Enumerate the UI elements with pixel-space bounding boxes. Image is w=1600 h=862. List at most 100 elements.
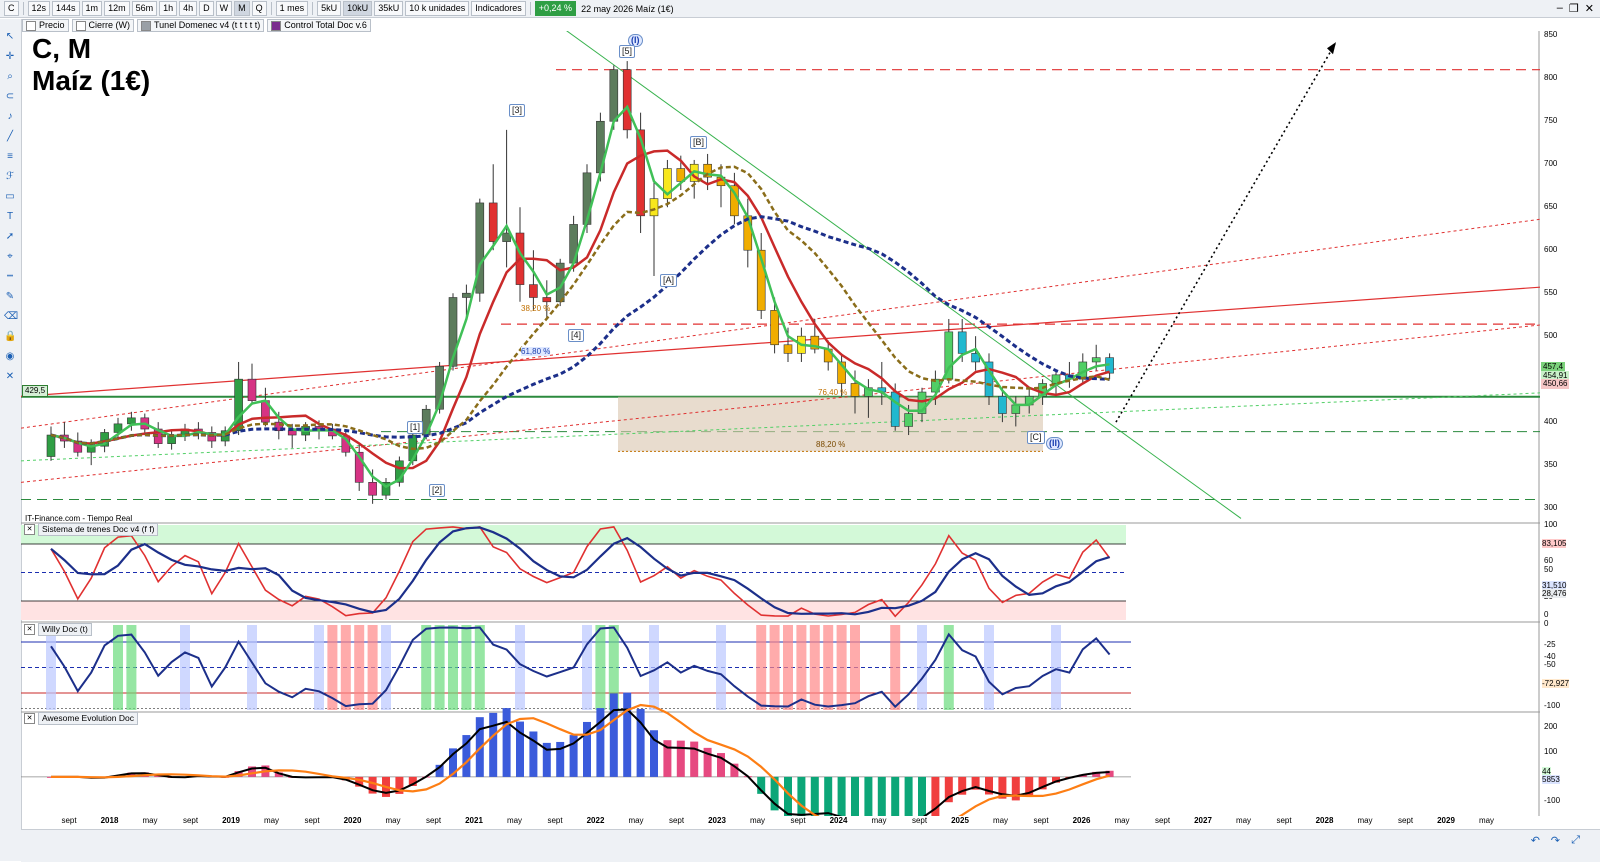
axis-tick-label: 700 [1544,159,1558,169]
willy-band [381,625,391,710]
awesome-panel-name: Awesome Evolution Doc [38,712,138,725]
candle-body [850,383,860,397]
price-chart[interactable] [21,31,1540,816]
willy-band [367,625,378,710]
ruler-icon[interactable]: ┅ [4,271,16,283]
fib-icon[interactable]: ℱ [4,171,16,183]
indicators-button[interactable]: Indicadores [471,1,526,16]
interval-button-12m[interactable]: 12m [104,1,130,16]
awesome-bar [918,776,926,816]
axis-tick-label: 600 [1544,245,1558,255]
time-axis-label: may [385,816,401,825]
interval-button-q[interactable]: Q [251,1,267,16]
interval-button-4h[interactable]: 4h [179,1,198,16]
chart-title: C, M Maíz (1€) [32,33,150,97]
interval-button-d[interactable]: D [199,1,214,16]
magnet-icon[interactable]: ⊂ [4,91,16,103]
close-icon[interactable]: ✕ [1585,2,1594,15]
willy-panel-header: ✕ Willy Doc (t) [24,623,92,636]
interval-button-1h[interactable]: 1h [159,1,178,16]
time-axis-label: 2019 [222,816,240,825]
chart-title-line1: C, M [32,33,92,64]
units-select[interactable]: 10 k unidades [405,1,470,16]
willy-band [809,625,820,710]
interval-button-12s[interactable]: 12s [27,1,51,16]
price-axis[interactable]: 850800750700650600550500450400350300 [1540,30,1600,521]
awesome-bar [502,708,511,777]
awesome-bar [891,776,900,816]
indicator-value-box: -72,927 [1542,679,1570,688]
period-select[interactable]: 1 mes [275,1,309,16]
candle-body [368,482,377,496]
wave-tag: [5] [619,45,636,58]
time-axis-label: 2021 [465,816,483,825]
legend-swatch [271,20,282,31]
indicator-legend: Precio Cierre (W) Tunel Domenec v4 (t t t … [22,19,371,32]
text-icon[interactable]: T [4,211,16,223]
wave-tag: [2] [429,484,446,497]
time-axis-label: sept [1397,816,1414,825]
interval-button-w[interactable]: W [215,1,233,16]
trash-icon[interactable]: ✕ [4,371,16,383]
willy-band [850,625,860,710]
undo-icon[interactable]: ↶ [1531,834,1540,847]
time-axis-label: sept [790,816,806,825]
fib-label: 38,20 % [521,304,551,313]
axis-tick-label: 400 [1544,417,1558,427]
channel-icon[interactable]: ≡ [4,151,16,163]
rectangle-icon[interactable]: ▭ [4,191,16,203]
time-axis-label: sept [911,816,928,825]
close-panel-icon[interactable]: ✕ [24,624,35,635]
time-axis-label: 2025 [951,816,969,825]
zoom-icon[interactable]: ⤢ [1571,834,1580,847]
time-axis-label: may [992,816,1009,825]
candle-body [46,434,56,457]
candle-body [247,378,257,401]
legend-label: Precio [39,20,65,30]
arrow-icon[interactable]: ➚ [4,231,16,243]
axis-tick-label: -50 [1544,660,1556,669]
close-panel-icon[interactable]: ✕ [24,524,35,535]
time-axis-label: sept [182,816,199,825]
minimize-icon[interactable]: – [1557,2,1563,15]
axis-tick-label: 100 [1544,746,1558,756]
trenes-panel-header: ✕ Sistema de trenes Doc v4 (f f) [24,523,159,536]
indicator-value-box: 28,476 [1542,589,1567,598]
pointer-icon[interactable]: ↖ [4,31,16,43]
interval-button-m[interactable]: M [234,1,250,16]
unit-button-35ku[interactable]: 35kU [374,1,404,16]
unit-button-5ku[interactable]: 5kU [317,1,342,16]
zoom-icon[interactable]: ⌕ [4,71,16,83]
restore-icon[interactable]: ❐ [1569,2,1579,15]
eye-icon[interactable]: ◉ [4,351,16,363]
axis-tick-label: 750 [1544,116,1558,126]
projection-arrow-head [1327,42,1336,55]
lock-icon[interactable]: 🔒 [4,331,16,343]
axis-tick-label: 800 [1544,73,1558,83]
symbol-select[interactable]: C [4,1,19,16]
pencil-icon[interactable]: ✎ [4,291,16,303]
redo-icon[interactable]: ↷ [1551,834,1560,847]
time-axis-label: may [1235,816,1252,825]
crosshair-icon[interactable]: ✛ [4,51,16,63]
interval-button-144s[interactable]: 144s [52,1,80,16]
interval-button-56m[interactable]: 56m [131,1,158,16]
bell-icon[interactable]: ♪ [4,111,16,123]
candle-body [462,292,471,298]
oversold-zone [21,601,1126,620]
unit-button-10ku[interactable]: 10kU [343,1,373,16]
time-axis[interactable]: sept 2018 may sept 2019 may sept 2020 may sept 202… [21,816,1540,828]
candle-body [1091,357,1101,363]
interval-button-1m[interactable]: 1m [81,1,103,16]
willy-band [756,625,767,710]
time-axis-label: 2027 [1194,816,1212,825]
willy-band [769,625,780,710]
fib-label: 61,80 % [521,347,551,356]
candle-body [957,331,967,354]
trendline-icon[interactable]: ╱ [4,131,16,143]
candle-body [542,297,552,303]
eraser-icon[interactable]: ⌫ [4,311,18,323]
cursor-icon[interactable]: ⌖ [4,251,16,263]
willy-band [354,625,365,710]
close-panel-icon[interactable]: ✕ [24,713,35,724]
